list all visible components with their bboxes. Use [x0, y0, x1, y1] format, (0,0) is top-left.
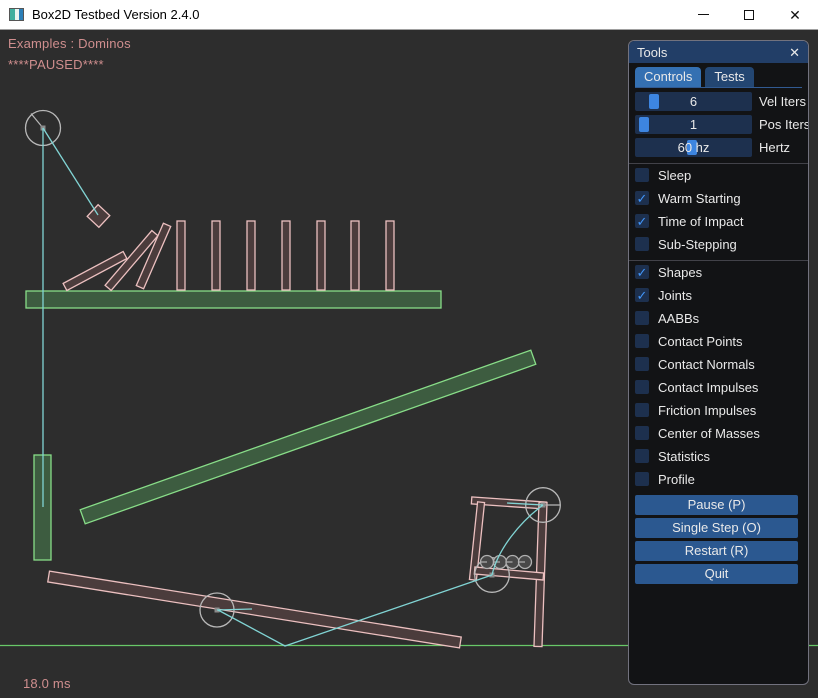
checkbox[interactable] — [635, 168, 649, 182]
checkbox-row-warm-starting[interactable]: ✓ Warm Starting — [635, 191, 802, 205]
tab-tests[interactable]: Tests — [705, 67, 753, 87]
button-pause-p[interactable]: Pause (P) — [635, 495, 798, 515]
checkbox[interactable] — [635, 472, 649, 486]
slider-track[interactable]: 60 hz — [635, 138, 752, 157]
checkbox-group-1: Sleep ✓ Warm Starting ✓ Time of Impact Sub-St… — [635, 168, 802, 251]
checkbox-label: Joints — [658, 288, 692, 303]
checkbox[interactable] — [635, 311, 649, 325]
button-restart-r[interactable]: Restart (R) — [635, 541, 798, 561]
standing-domino-4 — [282, 221, 290, 290]
checkbox[interactable] — [635, 380, 649, 394]
seesaw-plank — [48, 571, 461, 648]
slider-track[interactable]: 1 — [635, 115, 752, 134]
slider-label: Pos Iters — [759, 117, 809, 132]
slider-value: 6 — [635, 92, 752, 111]
frame-time-label: 18.0 ms — [23, 676, 71, 691]
checkbox-row-sub-stepping[interactable]: Sub-Stepping — [635, 237, 802, 251]
checkbox-group-2: ✓ Shapes ✓ Joints AABBs Contact Points Contact… — [635, 265, 802, 486]
checkbox[interactable] — [635, 449, 649, 463]
standing-domino-6 — [351, 221, 359, 290]
checkbox-label: Sub-Stepping — [658, 237, 737, 252]
paused-label: ****PAUSED**** — [8, 57, 104, 72]
checkbox-row-joints[interactable]: ✓ Joints — [635, 288, 802, 302]
angled-plank — [80, 350, 536, 524]
check-icon: ✓ — [637, 192, 648, 205]
checkbox-row-shapes[interactable]: ✓ Shapes — [635, 265, 802, 279]
standing-domino-5 — [317, 221, 325, 290]
checkbox-label: Profile — [658, 472, 695, 487]
standing-domino-2 — [212, 221, 220, 290]
slider-pos-iters: 1Pos Iters — [635, 115, 802, 134]
checkbox[interactable] — [635, 334, 649, 348]
checkbox-label: Friction Impulses — [658, 403, 756, 418]
checkbox[interactable]: ✓ — [635, 191, 649, 205]
slider-label: Hertz — [759, 140, 790, 155]
checkbox[interactable]: ✓ — [635, 214, 649, 228]
checkbox-row-contact-normals[interactable]: Contact Normals — [635, 357, 802, 371]
maximize-button[interactable] — [726, 0, 772, 29]
checkbox[interactable] — [635, 403, 649, 417]
rope-to-pendulum — [43, 128, 98, 215]
checkbox-label: Sleep — [658, 168, 691, 183]
tab-controls[interactable]: Controls — [635, 67, 701, 87]
standing-domino-7 — [386, 221, 394, 290]
standing-domino-3 — [247, 221, 255, 290]
tools-panel-title: Tools — [637, 45, 667, 60]
checkbox-label: Warm Starting — [658, 191, 741, 206]
app-icon — [9, 8, 24, 21]
separator — [629, 260, 808, 261]
checkbox-label: Center of Masses — [658, 426, 760, 441]
tools-close-icon[interactable]: ✕ — [789, 46, 800, 59]
checkbox-label: Shapes — [658, 265, 702, 280]
separator — [629, 163, 808, 164]
window-titlebar: Box2D Testbed Version 2.4.0 ✕ — [0, 0, 818, 30]
checkbox[interactable] — [635, 426, 649, 440]
tools-tabbar: ControlsTests — [635, 67, 802, 88]
checkbox[interactable] — [635, 237, 649, 251]
pendulum-box — [87, 205, 110, 228]
maximize-icon — [744, 10, 754, 20]
checkbox-row-sleep[interactable]: Sleep — [635, 168, 802, 182]
checkbox-row-statistics[interactable]: Statistics — [635, 449, 802, 463]
checkbox-label: Contact Normals — [658, 357, 755, 372]
checkbox-row-contact-points[interactable]: Contact Points — [635, 334, 802, 348]
checkbox[interactable]: ✓ — [635, 288, 649, 302]
check-icon: ✓ — [637, 215, 648, 228]
button-single-step-o[interactable]: Single Step (O) — [635, 518, 798, 538]
minimize-icon — [698, 14, 709, 15]
checkbox-row-center-of-masses[interactable]: Center of Masses — [635, 426, 802, 440]
checkbox-row-contact-impulses[interactable]: Contact Impulses — [635, 380, 802, 394]
slider-value: 60 hz — [635, 138, 752, 157]
button-quit[interactable]: Quit — [635, 564, 798, 584]
slider-value: 1 — [635, 115, 752, 134]
slider-vel-iters: 6Vel Iters — [635, 92, 802, 111]
window-title: Box2D Testbed Version 2.4.0 — [32, 7, 199, 22]
example-label: Examples : Dominos — [8, 36, 131, 51]
minimize-button[interactable] — [680, 0, 726, 29]
slider-label: Vel Iters — [759, 94, 806, 109]
tools-panel-titlebar[interactable]: Tools ✕ — [629, 41, 808, 63]
tools-panel: Tools ✕ ControlsTests 6Vel Iters1Pos Ite… — [628, 40, 809, 685]
checkbox-label: Time of Impact — [658, 214, 743, 229]
checkbox[interactable]: ✓ — [635, 265, 649, 279]
standing-domino-1 — [177, 221, 185, 290]
slider-hertz: 60 hz Hertz — [635, 138, 802, 157]
close-button[interactable]: ✕ — [772, 0, 818, 29]
check-icon: ✓ — [637, 289, 648, 302]
slider-track[interactable]: 6 — [635, 92, 752, 111]
check-icon: ✓ — [637, 266, 648, 279]
tools-buttons: Pause (P) Single Step (O) Restart (R) Quit — [635, 495, 802, 584]
checkbox-label: Contact Points — [658, 334, 743, 349]
checkbox-row-time-of-impact[interactable]: ✓ Time of Impact — [635, 214, 802, 228]
checkbox-row-aabbs[interactable]: AABBs — [635, 311, 802, 325]
close-icon: ✕ — [789, 8, 801, 22]
checkbox-row-friction-impulses[interactable]: Friction Impulses — [635, 403, 802, 417]
tools-sliders: 6Vel Iters 1Pos Iters 60 hz Hertz — [635, 92, 802, 157]
checkbox-row-profile[interactable]: Profile — [635, 472, 802, 486]
checkbox-label: Contact Impulses — [658, 380, 758, 395]
checkbox[interactable] — [635, 357, 649, 371]
checkbox-label: Statistics — [658, 449, 710, 464]
domino-platform — [26, 291, 441, 308]
checkbox-label: AABBs — [658, 311, 699, 326]
